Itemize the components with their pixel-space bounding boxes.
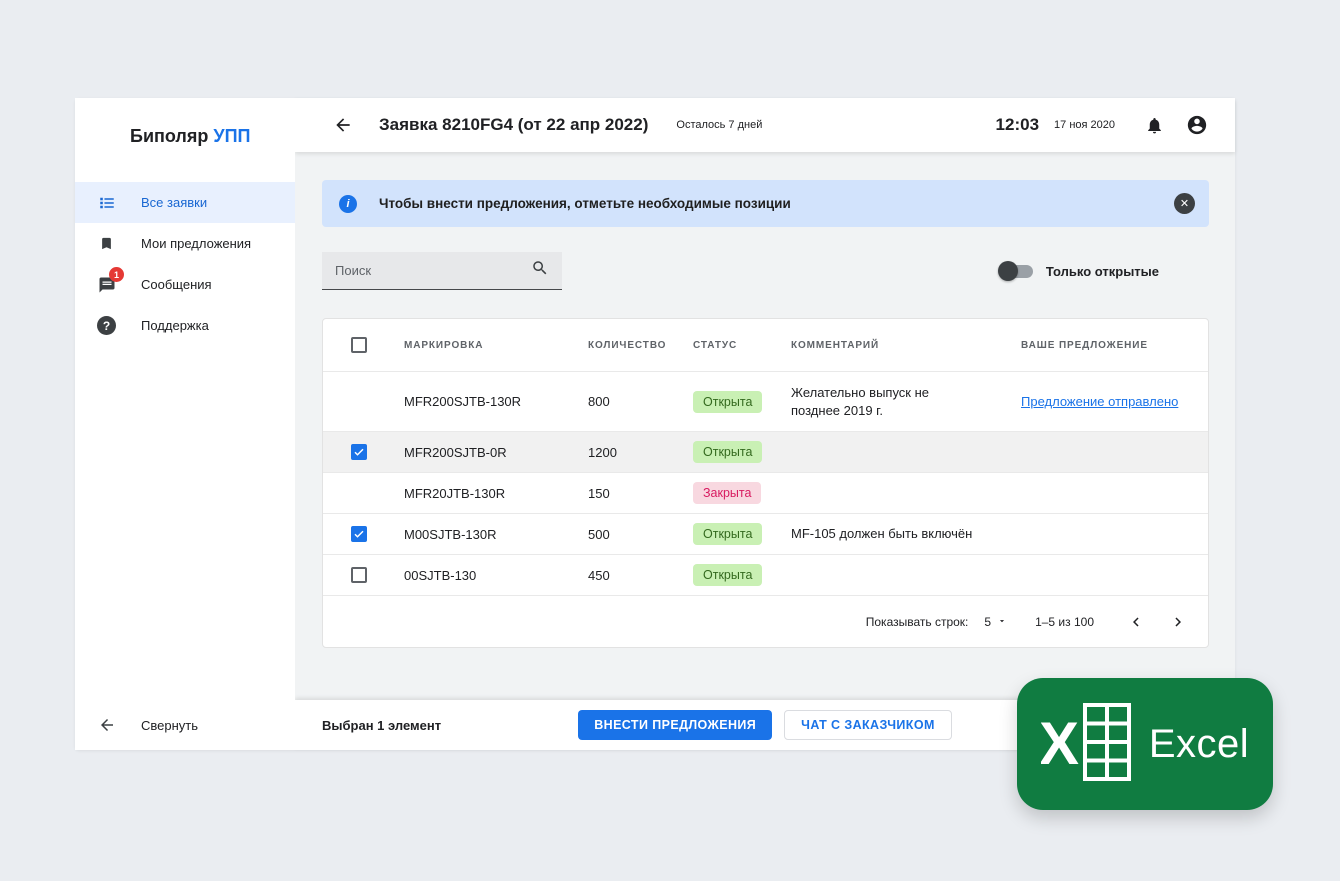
sidebar-item-my-offers[interactable]: Мои предложения	[75, 223, 295, 264]
search-input[interactable]	[335, 263, 531, 278]
sidebar-item-label: Поддержка	[141, 318, 209, 333]
sidebar-item-all-requests[interactable]: Все заявки	[75, 182, 295, 223]
chevron-left-icon[interactable]	[1126, 612, 1146, 632]
list-icon	[97, 193, 116, 212]
app-window: Биполяр УПП Все заявки Мои предложения 1	[75, 98, 1235, 750]
row-checkbox[interactable]	[351, 526, 367, 542]
unread-badge: 1	[109, 267, 124, 282]
header: Заявка 8210FG4 (от 22 апр 2022) Осталось…	[295, 98, 1235, 152]
info-banner: i Чтобы внести предложения, отметьте нео…	[322, 180, 1209, 227]
banner-text: Чтобы внести предложения, отметьте необх…	[379, 196, 791, 211]
search-field	[322, 252, 562, 290]
submit-offers-button[interactable]: ВНЕСТИ ПРЕДЛОЖЕНИЯ	[578, 710, 773, 740]
logo-part-2: УПП	[213, 126, 251, 146]
marking-cell: 00SJTB-130	[404, 567, 477, 583]
select-all-checkbox[interactable]	[351, 337, 367, 353]
status-badge: Закрыта	[693, 482, 762, 504]
content-area: i Чтобы внести предложения, отметьте нео…	[295, 152, 1235, 700]
row-checkbox[interactable]	[351, 444, 367, 460]
positions-table: МАРКИРОВКА КОЛИЧЕСТВО СТАТУС КОММЕНТАРИЙ…	[322, 318, 1209, 648]
pagination-bar: Показывать строк: 5 1–5 из 100	[323, 595, 1208, 647]
avatar-icon[interactable]	[1186, 114, 1208, 136]
column-header: МАРКИРОВКА	[404, 339, 484, 351]
excel-logo-icon: X	[1039, 700, 1133, 789]
column-header: КОММЕНТАРИЙ	[791, 339, 880, 351]
quantity-cell: 800	[588, 394, 610, 409]
page-title: Заявка 8210FG4 (от 22 апр 2022)	[379, 115, 649, 134]
table-row[interactable]: 00SJTB-130 450 Открыта	[323, 554, 1208, 595]
collapse-arrow-icon	[97, 716, 116, 735]
sidebar-item-label: Сообщения	[141, 277, 212, 292]
main-area: Заявка 8210FG4 (от 22 апр 2022) Осталось…	[295, 98, 1235, 750]
chat-icon: 1	[97, 267, 124, 294]
sidebar-item-label: Все заявки	[141, 195, 208, 210]
chat-with-customer-button[interactable]: ЧАТ С ЗАКАЗЧИКОМ	[784, 710, 952, 740]
bell-icon[interactable]	[1145, 116, 1164, 135]
rows-per-page-label: Показывать строк:	[865, 614, 969, 629]
collapse-label: Свернуть	[141, 717, 199, 733]
table-row[interactable]: MFR20JTB-130R 150 Закрыта	[323, 472, 1208, 513]
open-only-toggle[interactable]	[997, 261, 1033, 281]
table-row[interactable]: MFR200SJTB-130R 800 Открыта Желательно в…	[323, 371, 1208, 431]
search-icon	[531, 259, 549, 282]
sidebar-collapse-button[interactable]: Свернуть	[75, 700, 295, 750]
quantity-cell: 450	[588, 567, 610, 583]
clock-date: 17 ноя 2020	[1054, 119, 1115, 131]
rows-per-page-value: 5	[984, 614, 992, 629]
offer-sent-link[interactable]: Предложение отправлено	[1021, 394, 1178, 409]
status-badge: Открыта	[693, 564, 763, 586]
excel-watermark: X Excel	[1017, 678, 1273, 810]
help-icon: ?	[97, 316, 116, 335]
selection-count: Выбран 1 элемент	[322, 717, 442, 733]
pagination-range: 1–5 из 100	[1035, 614, 1094, 629]
comment-cell: MF-105 должен быть включён	[791, 526, 973, 542]
logo-part-1: Биполяр	[130, 126, 209, 146]
dropdown-caret-icon	[997, 615, 1007, 629]
marking-cell: MFR200SJTB-0R	[404, 444, 507, 460]
rows-per-page-select[interactable]: 5	[984, 615, 1007, 629]
status-badge: Открыта	[693, 441, 763, 463]
sidebar-item-label: Мои предложения	[141, 236, 252, 251]
clock-time: 12:03	[995, 115, 1040, 134]
sidebar-menu: Все заявки Мои предложения 1 Сообщения ?	[75, 182, 295, 346]
marking-cell: MFR20JTB-130R	[404, 485, 506, 501]
comment-cell: Желательно выпуск не позднее 2019 г.	[791, 384, 930, 418]
table-row[interactable]: M00SJTB-130R 500 Открыта MF-105 должен б…	[323, 513, 1208, 554]
column-header: КОЛИЧЕСТВО	[588, 339, 667, 351]
marking-cell: M00SJTB-130R	[404, 526, 497, 542]
quantity-cell: 1200	[588, 444, 617, 460]
status-badge: Открыта	[693, 523, 763, 545]
column-header: ВАШЕ ПРЕДЛОЖЕНИЕ	[1021, 339, 1148, 351]
controls-row: Только открытые	[322, 252, 1209, 290]
open-only-filter: Только открытые	[997, 261, 1159, 281]
row-checkbox[interactable]	[351, 567, 367, 583]
svg-text:X: X	[1041, 710, 1079, 777]
sidebar: Биполяр УПП Все заявки Мои предложения 1	[75, 98, 295, 750]
sidebar-item-messages[interactable]: 1 Сообщения	[75, 264, 295, 305]
marking-cell: MFR200SJTB-130R	[404, 394, 522, 409]
bookmark-icon	[97, 234, 116, 253]
table-row[interactable]: MFR200SJTB-0R 1200 Открыта	[323, 431, 1208, 472]
excel-wordmark: Excel	[1148, 721, 1250, 766]
quantity-cell: 150	[588, 485, 610, 501]
table-header-row: МАРКИРОВКА КОЛИЧЕСТВО СТАТУС КОММЕНТАРИЙ…	[323, 319, 1208, 371]
back-arrow-icon[interactable]	[332, 114, 354, 136]
close-icon[interactable]: ✕	[1174, 193, 1195, 214]
chevron-right-icon[interactable]	[1168, 612, 1188, 632]
quantity-cell: 500	[588, 526, 610, 542]
column-header: СТАТУС	[693, 339, 738, 351]
status-badge: Открыта	[693, 390, 763, 413]
toggle-label: Только открытые	[1045, 263, 1159, 279]
info-icon: i	[339, 194, 357, 213]
app-logo: Биполяр УПП	[75, 98, 295, 182]
deadline-text: Осталось 7 дней	[676, 119, 763, 131]
sidebar-item-support[interactable]: ? Поддержка	[75, 305, 295, 346]
